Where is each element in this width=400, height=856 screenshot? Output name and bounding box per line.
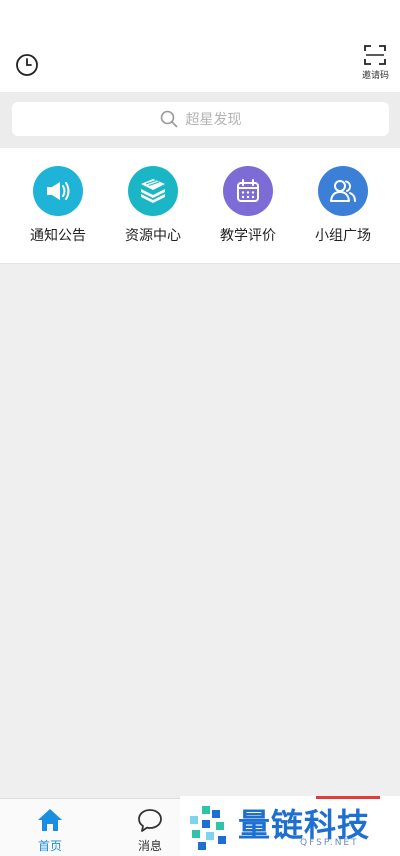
search-placeholder: 超星发现: [185, 112, 242, 128]
quick-label-evaluation: 教学评价: [220, 228, 276, 244]
quick-item-groups[interactable]: 小组广场: [293, 166, 393, 245]
chat-bubble-icon: [138, 809, 162, 832]
invite-code-label: 邀请码: [362, 71, 390, 81]
clock-icon: [16, 54, 38, 76]
watermark-bar: [316, 796, 380, 799]
tab-messages[interactable]: 消息: [120, 807, 180, 854]
home-icon: [38, 809, 62, 831]
quick-label-notice: 通知公告: [30, 228, 86, 244]
megaphone-icon: [47, 182, 70, 200]
group-users-icon: [330, 180, 356, 202]
tab-messages-label: 消息: [137, 839, 162, 853]
search-icon: [160, 110, 177, 128]
book-stack-icon: [141, 179, 165, 203]
tab-home[interactable]: 首页: [20, 807, 80, 854]
content-area: [0, 264, 400, 798]
tab-home-label: 首页: [37, 839, 62, 853]
watermark-sub: QFSP.NET: [300, 838, 359, 848]
quick-access-panel: 通知公告 资源中心 教学评价 小组广场: [0, 148, 400, 264]
quick-label-resources: 资源中心: [125, 228, 181, 244]
watermark-logo-icon: [190, 806, 226, 850]
watermark: 量链科技 QFSP.NET: [180, 796, 400, 856]
quick-item-notice[interactable]: 通知公告: [8, 166, 108, 245]
scan-frame-icon: [364, 45, 386, 65]
search-input[interactable]: 超星发现: [12, 102, 389, 136]
calendar-icon: [237, 179, 259, 202]
top-bar: 邀请码: [0, 0, 400, 92]
quick-item-resources[interactable]: 资源中心: [103, 166, 203, 245]
quick-item-evaluation[interactable]: 教学评价: [198, 166, 298, 245]
search-section: 超星发现: [0, 92, 400, 148]
quick-label-groups: 小组广场: [315, 228, 371, 244]
history-button[interactable]: [14, 52, 40, 78]
invite-code-button[interactable]: 邀请码: [362, 44, 390, 81]
